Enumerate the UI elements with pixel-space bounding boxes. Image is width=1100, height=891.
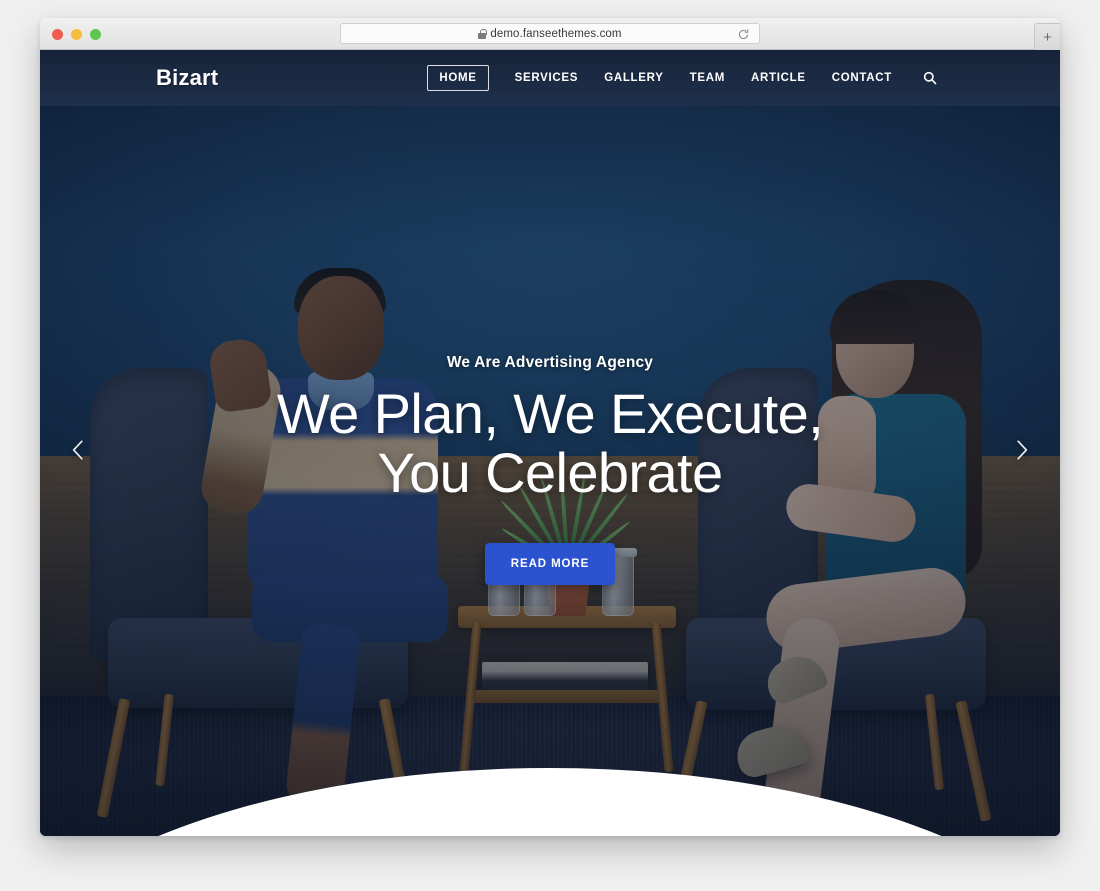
- minimize-window-button[interactable]: [71, 29, 82, 40]
- nav-item-contact[interactable]: CONTACT: [832, 72, 892, 84]
- address-bar[interactable]: demo.fanseethemes.com: [340, 23, 760, 44]
- url-text: demo.fanseethemes.com: [490, 27, 622, 40]
- page-viewport: Bizart HOME SERVICES GALLERY TEAM ARTICL…: [40, 50, 1060, 836]
- chevron-left-icon[interactable]: [58, 428, 98, 472]
- read-more-button[interactable]: READ MORE: [484, 542, 616, 585]
- browser-toolbar: demo.fanseethemes.com +: [40, 18, 1060, 50]
- chevron-right-icon[interactable]: [1002, 428, 1042, 472]
- hero-content: We Are Advertising Agency We Plan, We Ex…: [40, 354, 1060, 585]
- browser-window: demo.fanseethemes.com + Bizart HOME SERV…: [40, 18, 1060, 836]
- lock-icon: [478, 28, 487, 39]
- hero-title: We Plan, We Execute, You Celebrate: [276, 382, 824, 505]
- zoom-window-button[interactable]: [90, 29, 101, 40]
- nav-item-services[interactable]: SERVICES: [515, 72, 579, 84]
- address-bar-content: demo.fanseethemes.com: [478, 27, 622, 40]
- reload-icon[interactable]: [737, 28, 750, 41]
- main-navigation: HOME SERVICES GALLERY TEAM ARTICLE CONTA…: [427, 65, 1038, 91]
- nav-item-article[interactable]: ARTICLE: [751, 72, 806, 84]
- search-icon[interactable]: [922, 70, 938, 86]
- close-window-button[interactable]: [52, 29, 63, 40]
- hero-subtitle: We Are Advertising Agency: [446, 354, 654, 371]
- window-controls: [52, 29, 101, 40]
- new-tab-button[interactable]: +: [1034, 23, 1060, 50]
- site-navbar: Bizart HOME SERVICES GALLERY TEAM ARTICL…: [40, 50, 1060, 106]
- nav-item-team[interactable]: TEAM: [690, 72, 725, 84]
- nav-item-home[interactable]: HOME: [427, 65, 489, 91]
- hero-slider: We Are Advertising Agency We Plan, We Ex…: [40, 106, 1060, 836]
- nav-item-gallery[interactable]: GALLERY: [604, 72, 663, 84]
- site-logo[interactable]: Bizart: [156, 65, 218, 91]
